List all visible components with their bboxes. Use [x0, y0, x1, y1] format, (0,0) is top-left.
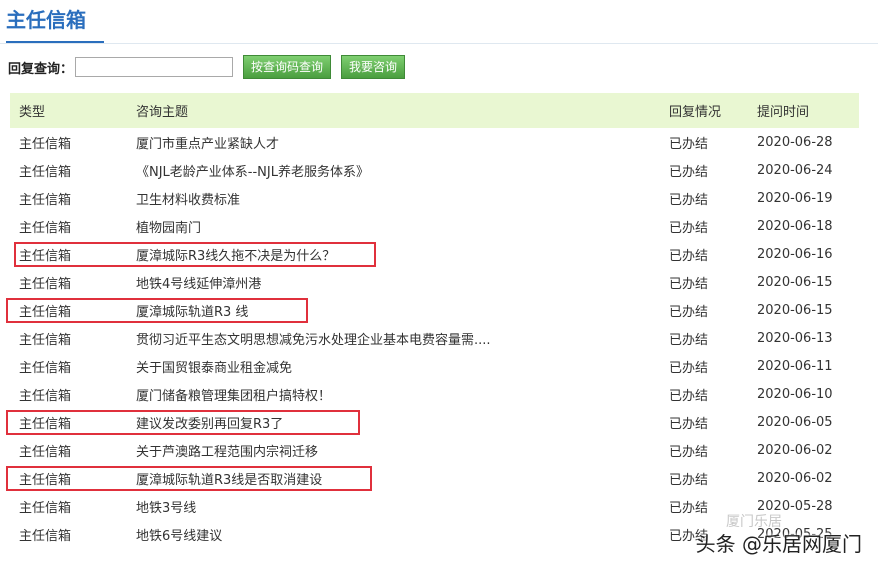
- search-bar: 回复查询： 按查询码查询 我要咨询: [8, 55, 406, 79]
- cell-status: 已办结: [669, 276, 709, 292]
- highlight-box-row-5: [14, 242, 376, 267]
- watermark: 头条 @乐居网厦门: [695, 532, 862, 556]
- cell-date: 2020-06-10: [757, 386, 833, 402]
- cell-status: 已办结: [669, 304, 709, 320]
- page-title: 主任信箱: [6, 5, 104, 43]
- cell-subject-link[interactable]: 关于芦澳路工程范围内宗祠迁移: [128, 441, 649, 460]
- table-row[interactable]: 主任信箱 关于国贸银泰商业租金减免 已办结 2020-06-11: [10, 352, 859, 380]
- search-label: 回复查询：: [8, 61, 74, 77]
- consult-button[interactable]: 我要咨询: [341, 55, 406, 79]
- column-header-date: 提问时间: [757, 105, 810, 120]
- highlight-box-row-13: [6, 466, 372, 491]
- cell-status: 已办结: [669, 360, 709, 376]
- cell-type: 主任信箱: [19, 332, 72, 348]
- cell-status: 已办结: [669, 444, 709, 460]
- cell-date: 2020-06-28: [757, 134, 833, 150]
- table-row[interactable]: 主任信箱 厦门储备粮管理集团租户搞特权！ 已办结 2020-06-10: [10, 380, 859, 408]
- cell-subject-link[interactable]: 《NJL老龄产业体系--NJL养老服务体系》: [128, 161, 649, 180]
- query-code-input[interactable]: [75, 57, 234, 77]
- cell-subject-link[interactable]: 地铁4号线延伸漳州港: [128, 273, 649, 292]
- cell-status: 已办结: [669, 332, 709, 348]
- cell-date: 2020-06-02: [757, 442, 833, 458]
- page-header: 主任信箱: [0, 0, 878, 44]
- cell-date: 2020-06-02: [757, 470, 833, 486]
- table-row[interactable]: 主任信箱 《NJL老龄产业体系--NJL养老服务体系》 已办结 2020-06-24: [10, 156, 859, 184]
- cell-status: 已办结: [669, 192, 709, 208]
- highlight-box-row-11: [6, 410, 360, 435]
- table-row[interactable]: 主任信箱 植物园南门 已办结 2020-06-18: [10, 212, 859, 240]
- cell-subject-link[interactable]: 地铁3号线: [128, 497, 649, 516]
- cell-subject-link[interactable]: 植物园南门: [128, 217, 649, 236]
- cell-type: 主任信箱: [19, 528, 72, 544]
- cell-type: 主任信箱: [19, 192, 72, 208]
- cell-subject-link[interactable]: 卫生材料收费标准: [128, 189, 649, 208]
- cell-date: 2020-06-15: [757, 274, 833, 290]
- cell-type: 主任信箱: [19, 164, 72, 180]
- cell-date: 2020-06-16: [757, 246, 833, 262]
- column-header-subject: 咨询主题: [136, 105, 189, 120]
- cell-type: 主任信箱: [19, 360, 72, 376]
- cell-type: 主任信箱: [19, 500, 72, 516]
- cell-status: 已办结: [669, 164, 709, 180]
- highlight-box-row-7: [6, 298, 308, 323]
- cell-subject-link[interactable]: 厦门储备粮管理集团租户搞特权！: [128, 385, 649, 404]
- cell-date: 2020-06-24: [757, 162, 833, 178]
- table-row[interactable]: 主任信箱 关于芦澳路工程范围内宗祠迁移 已办结 2020-06-02: [10, 436, 859, 464]
- cell-type: 主任信箱: [19, 388, 72, 404]
- cell-type: 主任信箱: [19, 444, 72, 460]
- table-row[interactable]: 主任信箱 贯彻习近平生态文明思想减免污水处理企业基本电费容量需.... 已办结 202…: [10, 324, 859, 352]
- table-header: 类型 咨询主题 回复情况 提问时间: [10, 93, 859, 128]
- cell-date: 2020-06-11: [757, 358, 833, 374]
- cell-status: 已办结: [669, 472, 709, 488]
- cell-status: 已办结: [669, 416, 709, 432]
- column-header-status: 回复情况: [669, 105, 722, 120]
- cell-date: 2020-06-18: [757, 218, 833, 234]
- cell-subject-link[interactable]: 贯彻习近平生态文明思想减免污水处理企业基本电费容量需....: [128, 329, 649, 348]
- cell-type: 主任信箱: [19, 136, 72, 152]
- cell-status: 已办结: [669, 388, 709, 404]
- cell-type: 主任信箱: [19, 276, 72, 292]
- query-by-code-button[interactable]: 按查询码查询: [243, 55, 332, 79]
- table-row[interactable]: 主任信箱 厦门市重点产业紧缺人才 已办结 2020-06-28: [10, 128, 859, 156]
- cell-date: 2020-06-13: [757, 330, 833, 346]
- cell-date: 2020-06-05: [757, 414, 833, 430]
- cell-subject-link[interactable]: 厦门市重点产业紧缺人才: [128, 133, 649, 152]
- column-header-type: 类型: [19, 105, 46, 120]
- cell-subject-link[interactable]: 关于国贸银泰商业租金减免: [128, 357, 649, 376]
- cell-status: 已办结: [669, 220, 709, 236]
- cell-date: 2020-06-15: [757, 302, 833, 318]
- cell-status: 已办结: [669, 248, 709, 264]
- table-row[interactable]: 主任信箱 地铁4号线延伸漳州港 已办结 2020-06-15: [10, 268, 859, 296]
- cell-status: 已办结: [669, 136, 709, 152]
- table-row[interactable]: 主任信箱 卫生材料收费标准 已办结 2020-06-19: [10, 184, 859, 212]
- cell-date: 2020-06-19: [757, 190, 833, 206]
- cell-subject-link[interactable]: 地铁6号线建议: [128, 525, 649, 544]
- cell-type: 主任信箱: [19, 220, 72, 236]
